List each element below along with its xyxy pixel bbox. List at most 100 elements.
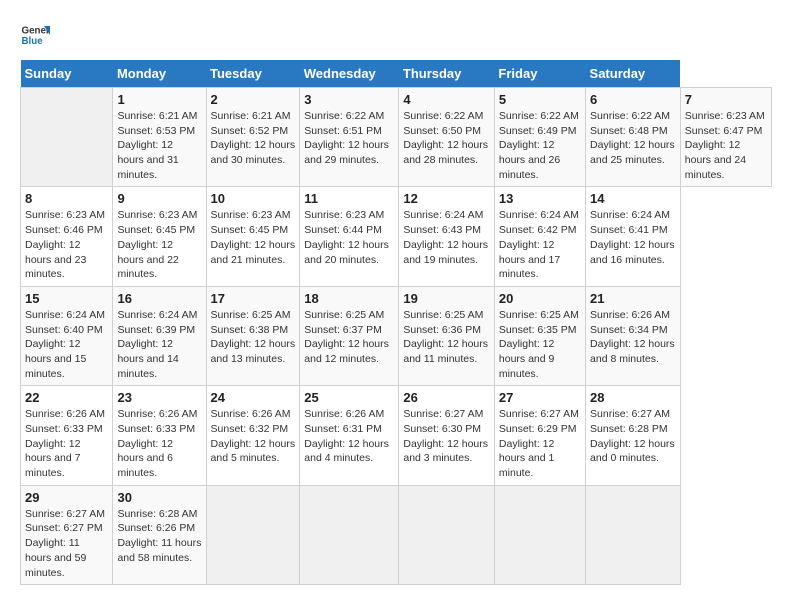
day-info: Sunrise: 6:25 AMSunset: 6:35 PMDaylight:… bbox=[499, 308, 581, 381]
day-number: 6 bbox=[590, 92, 676, 107]
day-info: Sunrise: 6:27 AMSunset: 6:30 PMDaylight:… bbox=[403, 407, 490, 466]
calendar-cell: 11 Sunrise: 6:23 AMSunset: 6:44 PMDayligh… bbox=[300, 187, 399, 286]
calendar-cell: 12 Sunrise: 6:24 AMSunset: 6:43 PMDayligh… bbox=[399, 187, 495, 286]
calendar-cell: 29Sunrise: 6:27 AMSunset: 6:27 PMDayligh… bbox=[21, 485, 113, 584]
day-number: 25 bbox=[304, 390, 394, 405]
day-number: 14 bbox=[590, 191, 676, 206]
calendar-week-row: 1 Sunrise: 6:21 AMSunset: 6:53 PMDaylight… bbox=[21, 88, 772, 187]
calendar-cell: 5 Sunrise: 6:22 AMSunset: 6:49 PMDaylight… bbox=[494, 88, 585, 187]
day-info: Sunrise: 6:22 AMSunset: 6:51 PMDaylight:… bbox=[304, 109, 394, 168]
day-info: Sunrise: 6:24 AMSunset: 6:39 PMDaylight:… bbox=[117, 308, 201, 381]
day-info: Sunrise: 6:24 AMSunset: 6:43 PMDaylight:… bbox=[403, 208, 490, 267]
day-info: Sunrise: 6:23 AMSunset: 6:47 PMDaylight:… bbox=[685, 109, 767, 182]
calendar-cell: 21Sunrise: 6:26 AMSunset: 6:34 PMDayligh… bbox=[586, 286, 681, 385]
day-number: 30 bbox=[117, 490, 201, 505]
day-info: Sunrise: 6:26 AMSunset: 6:32 PMDaylight:… bbox=[211, 407, 296, 466]
page-header: General Blue bbox=[20, 20, 772, 50]
calendar-cell: 19 Sunrise: 6:25 AMSunset: 6:36 PMDayligh… bbox=[399, 286, 495, 385]
day-header-thursday: Thursday bbox=[399, 60, 495, 88]
calendar-week-row: 15 Sunrise: 6:24 AMSunset: 6:40 PMDayligh… bbox=[21, 286, 772, 385]
calendar-cell bbox=[300, 485, 399, 584]
day-number: 13 bbox=[499, 191, 581, 206]
day-info: Sunrise: 6:25 AMSunset: 6:38 PMDaylight:… bbox=[211, 308, 296, 367]
day-number: 5 bbox=[499, 92, 581, 107]
day-header-wednesday: Wednesday bbox=[300, 60, 399, 88]
day-number: 9 bbox=[117, 191, 201, 206]
calendar-cell: 4 Sunrise: 6:22 AMSunset: 6:50 PMDaylight… bbox=[399, 88, 495, 187]
calendar-cell: 26 Sunrise: 6:27 AMSunset: 6:30 PMDayligh… bbox=[399, 386, 495, 485]
calendar-cell: 7 Sunrise: 6:23 AMSunset: 6:47 PMDaylight… bbox=[680, 88, 771, 187]
day-info: Sunrise: 6:22 AMSunset: 6:50 PMDaylight:… bbox=[403, 109, 490, 168]
day-number: 24 bbox=[211, 390, 296, 405]
calendar-header-row: SundayMondayTuesdayWednesdayThursdayFrid… bbox=[21, 60, 772, 88]
day-header-friday: Friday bbox=[494, 60, 585, 88]
day-number: 15 bbox=[25, 291, 108, 306]
calendar-cell: 6Sunrise: 6:22 AMSunset: 6:48 PMDaylight… bbox=[586, 88, 681, 187]
day-info: Sunrise: 6:28 AMSunset: 6:26 PMDaylight:… bbox=[117, 507, 201, 566]
calendar-cell bbox=[399, 485, 495, 584]
day-header-sunday: Sunday bbox=[21, 60, 113, 88]
day-info: Sunrise: 6:25 AMSunset: 6:37 PMDaylight:… bbox=[304, 308, 394, 367]
day-info: Sunrise: 6:26 AMSunset: 6:33 PMDaylight:… bbox=[25, 407, 108, 480]
day-number: 8 bbox=[25, 191, 108, 206]
day-number: 10 bbox=[211, 191, 296, 206]
day-number: 27 bbox=[499, 390, 581, 405]
calendar-cell: 23Sunrise: 6:26 AMSunset: 6:33 PMDayligh… bbox=[113, 386, 206, 485]
calendar-cell bbox=[21, 88, 113, 187]
calendar-cell: 10 Sunrise: 6:23 AMSunset: 6:45 PMDayligh… bbox=[206, 187, 300, 286]
day-number: 4 bbox=[403, 92, 490, 107]
calendar-cell: 3Sunrise: 6:22 AMSunset: 6:51 PMDaylight… bbox=[300, 88, 399, 187]
calendar-cell: 24 Sunrise: 6:26 AMSunset: 6:32 PMDayligh… bbox=[206, 386, 300, 485]
calendar-cell: 2Sunrise: 6:21 AMSunset: 6:52 PMDaylight… bbox=[206, 88, 300, 187]
calendar-cell: 8Sunrise: 6:23 AMSunset: 6:46 PMDaylight… bbox=[21, 187, 113, 286]
day-info: Sunrise: 6:23 AMSunset: 6:45 PMDaylight:… bbox=[211, 208, 296, 267]
calendar-cell: 14 Sunrise: 6:24 AMSunset: 6:41 PMDayligh… bbox=[586, 187, 681, 286]
calendar-cell bbox=[494, 485, 585, 584]
day-info: Sunrise: 6:27 AMSunset: 6:28 PMDaylight:… bbox=[590, 407, 676, 466]
day-header-tuesday: Tuesday bbox=[206, 60, 300, 88]
calendar-cell bbox=[206, 485, 300, 584]
day-info: Sunrise: 6:23 AMSunset: 6:45 PMDaylight:… bbox=[117, 208, 201, 281]
calendar-cell: 18 Sunrise: 6:25 AMSunset: 6:37 PMDayligh… bbox=[300, 286, 399, 385]
day-info: Sunrise: 6:27 AMSunset: 6:29 PMDaylight:… bbox=[499, 407, 581, 480]
day-info: Sunrise: 6:23 AMSunset: 6:44 PMDaylight:… bbox=[304, 208, 394, 267]
day-info: Sunrise: 6:24 AMSunset: 6:40 PMDaylight:… bbox=[25, 308, 108, 381]
day-number: 7 bbox=[685, 92, 767, 107]
calendar-table: SundayMondayTuesdayWednesdayThursdayFrid… bbox=[20, 60, 772, 585]
calendar-cell: 13Sunrise: 6:24 AMSunset: 6:42 PMDayligh… bbox=[494, 187, 585, 286]
day-header-saturday: Saturday bbox=[586, 60, 681, 88]
day-number: 28 bbox=[590, 390, 676, 405]
day-number: 12 bbox=[403, 191, 490, 206]
day-number: 20 bbox=[499, 291, 581, 306]
calendar-cell: 1 Sunrise: 6:21 AMSunset: 6:53 PMDaylight… bbox=[113, 88, 206, 187]
day-number: 19 bbox=[403, 291, 490, 306]
day-info: Sunrise: 6:26 AMSunset: 6:33 PMDaylight:… bbox=[117, 407, 201, 480]
day-info: Sunrise: 6:21 AMSunset: 6:52 PMDaylight:… bbox=[211, 109, 296, 168]
calendar-cell: 16Sunrise: 6:24 AMSunset: 6:39 PMDayligh… bbox=[113, 286, 206, 385]
day-number: 26 bbox=[403, 390, 490, 405]
calendar-cell: 15 Sunrise: 6:24 AMSunset: 6:40 PMDayligh… bbox=[21, 286, 113, 385]
svg-text:Blue: Blue bbox=[22, 36, 44, 47]
calendar-week-row: 22 Sunrise: 6:26 AMSunset: 6:33 PMDayligh… bbox=[21, 386, 772, 485]
day-number: 29 bbox=[25, 490, 108, 505]
day-info: Sunrise: 6:21 AMSunset: 6:53 PMDaylight:… bbox=[117, 109, 201, 182]
calendar-cell: 28 Sunrise: 6:27 AMSunset: 6:28 PMDayligh… bbox=[586, 386, 681, 485]
day-number: 1 bbox=[117, 92, 201, 107]
logo: General Blue bbox=[20, 20, 54, 50]
calendar-cell: 20 Sunrise: 6:25 AMSunset: 6:35 PMDayligh… bbox=[494, 286, 585, 385]
calendar-cell: 22 Sunrise: 6:26 AMSunset: 6:33 PMDayligh… bbox=[21, 386, 113, 485]
calendar-cell bbox=[586, 485, 681, 584]
calendar-cell: 9 Sunrise: 6:23 AMSunset: 6:45 PMDaylight… bbox=[113, 187, 206, 286]
day-number: 11 bbox=[304, 191, 394, 206]
day-info: Sunrise: 6:26 AMSunset: 6:31 PMDaylight:… bbox=[304, 407, 394, 466]
day-number: 18 bbox=[304, 291, 394, 306]
day-info: Sunrise: 6:26 AMSunset: 6:34 PMDaylight:… bbox=[590, 308, 676, 367]
day-info: Sunrise: 6:25 AMSunset: 6:36 PMDaylight:… bbox=[403, 308, 490, 367]
day-info: Sunrise: 6:24 AMSunset: 6:41 PMDaylight:… bbox=[590, 208, 676, 267]
calendar-week-row: 8Sunrise: 6:23 AMSunset: 6:46 PMDaylight… bbox=[21, 187, 772, 286]
day-info: Sunrise: 6:22 AMSunset: 6:49 PMDaylight:… bbox=[499, 109, 581, 182]
calendar-cell: 25 Sunrise: 6:26 AMSunset: 6:31 PMDayligh… bbox=[300, 386, 399, 485]
day-number: 17 bbox=[211, 291, 296, 306]
day-header-monday: Monday bbox=[113, 60, 206, 88]
day-number: 22 bbox=[25, 390, 108, 405]
